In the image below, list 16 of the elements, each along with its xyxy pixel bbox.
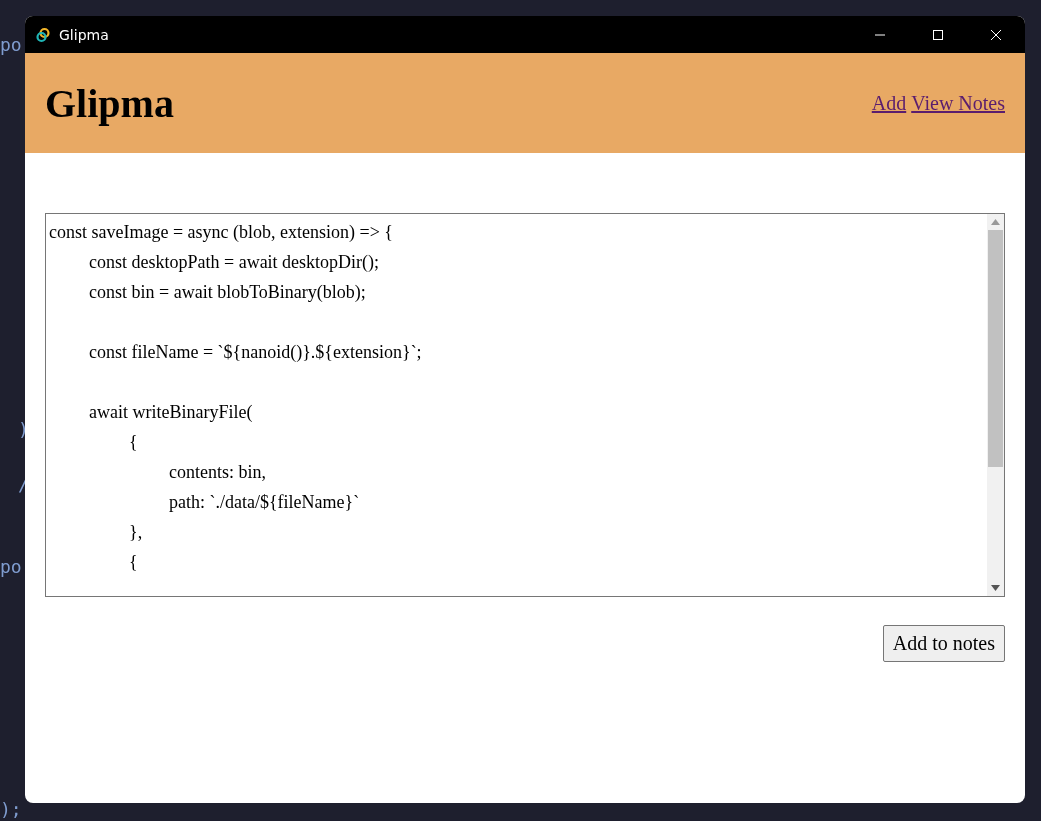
maximize-icon — [932, 28, 944, 41]
code-text: ) — [18, 420, 29, 440]
code-text: po — [0, 557, 22, 577]
add-to-notes-button[interactable]: Add to notes — [882, 625, 1005, 662]
nav-link[interactable]: View Notes — [911, 91, 1005, 115]
scroll-up-icon[interactable] — [991, 219, 1000, 225]
note-text-area[interactable]: const saveImage = async (blob, extension) => { const desktopPath = await desktopDir(); const bin = await blobToBinary(blob); const fileName = `${nanoid()}.${extension}`; await writeBinaryFile( { contents: bin, path: `./data/${fileName}` }, { — [45, 213, 1005, 597]
link-icon — [35, 26, 51, 43]
app-title: Glipma — [45, 79, 174, 127]
scroll-down-icon[interactable] — [991, 585, 1000, 591]
code-text: ); — [0, 800, 22, 820]
nav-link[interactable]: Add — [871, 91, 907, 115]
window-title: Glipma — [59, 26, 109, 43]
code-text: po — [0, 35, 22, 55]
scrollbar[interactable] — [987, 214, 1004, 596]
close-icon — [990, 28, 1002, 41]
